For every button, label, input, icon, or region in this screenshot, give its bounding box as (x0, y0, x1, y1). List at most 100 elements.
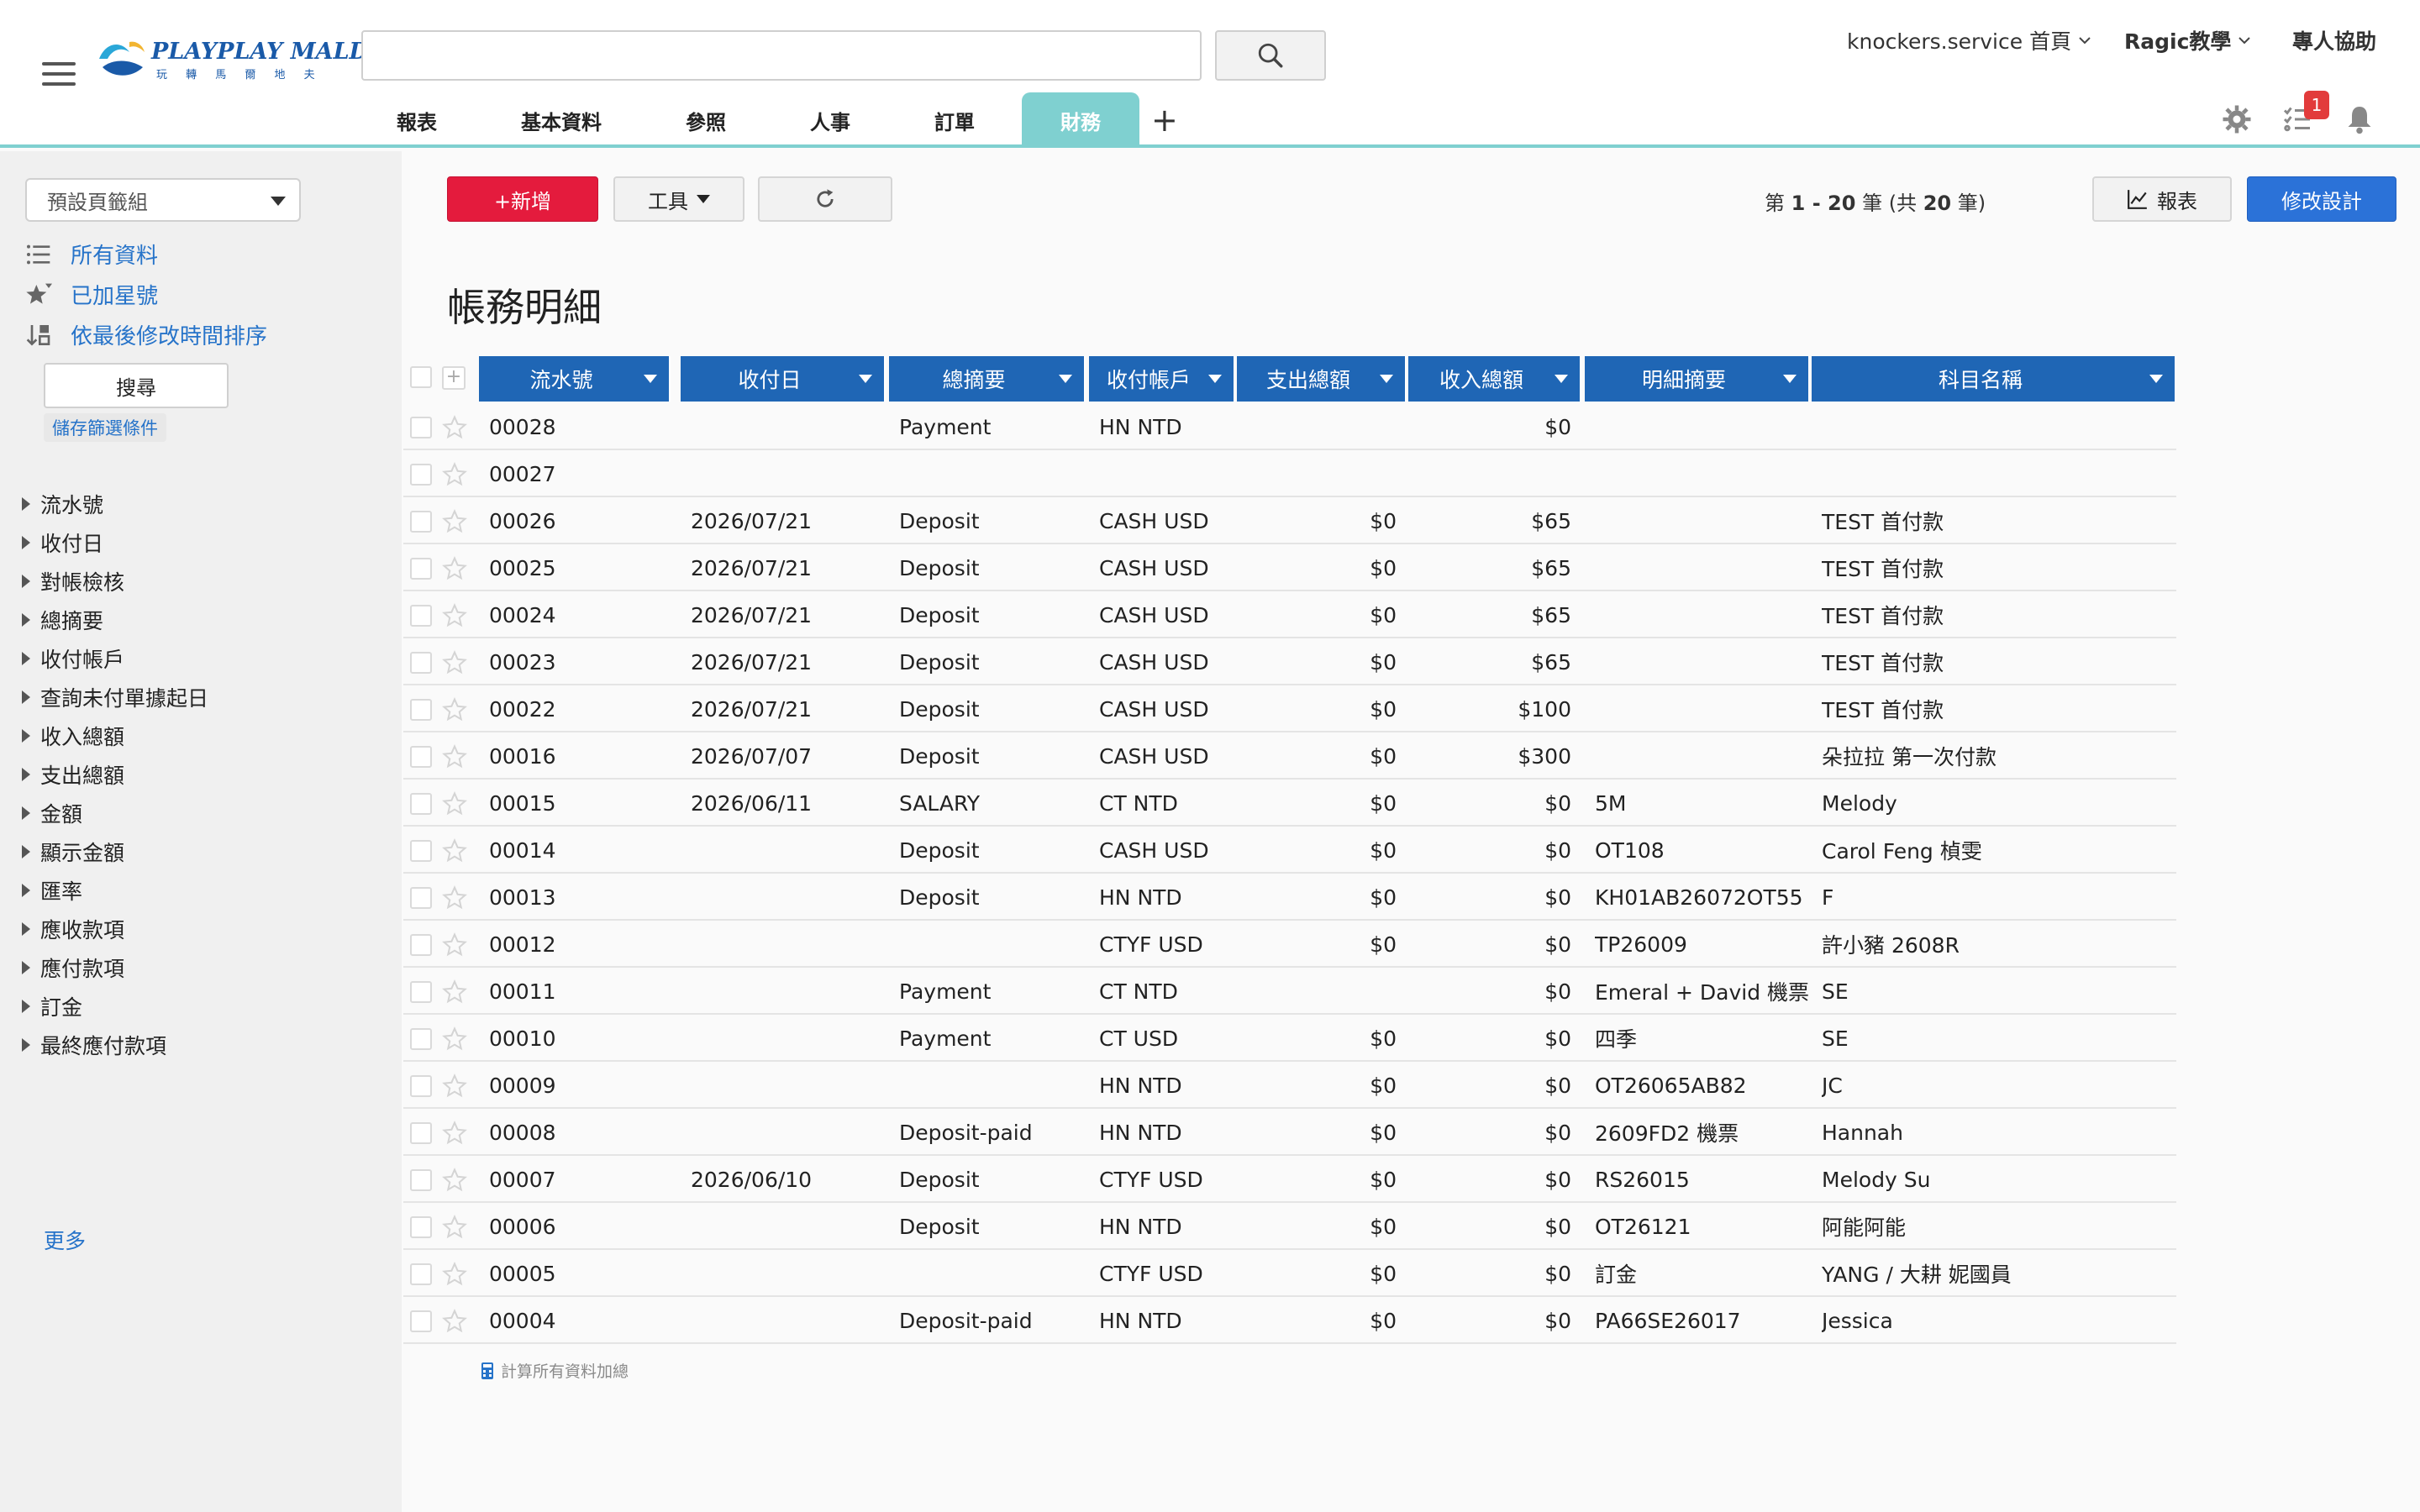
tools-menu-button[interactable]: 工具 (613, 176, 744, 222)
caret-down-icon[interactable] (644, 375, 657, 383)
table-row[interactable]: 00010 Payment CT USD $0 $0 四季 SE (403, 1015, 2176, 1062)
caret-down-icon[interactable] (859, 375, 872, 383)
row-checkbox[interactable] (410, 652, 432, 674)
star-icon[interactable] (442, 1309, 467, 1334)
add-tab-button[interactable]: + (1151, 99, 1178, 141)
caret-down-icon[interactable] (1059, 375, 1072, 383)
star-icon[interactable] (442, 415, 467, 440)
table-row[interactable]: 00016 2026/07/07 Deposit CASH USD $0 $300 朵拉拉 … (403, 732, 2176, 780)
caret-down-icon[interactable] (1555, 375, 1568, 383)
table-row[interactable]: 00024 2026/07/21 Deposit CASH USD $0 $65 TEST … (403, 591, 2176, 638)
row-checkbox[interactable] (410, 699, 432, 721)
row-checkbox[interactable] (410, 1075, 432, 1097)
caret-down-icon[interactable] (1380, 375, 1393, 383)
table-row[interactable]: 00026 2026/07/21 Deposit CASH USD $0 $65 TEST … (403, 497, 2176, 544)
tab-hr[interactable]: 人事 (788, 92, 872, 148)
settings-gear-icon[interactable] (2222, 104, 2252, 134)
star-icon[interactable] (442, 650, 467, 675)
star-icon[interactable] (442, 1215, 467, 1240)
sidebar-field-item[interactable]: 查詢未付單據起日 (22, 682, 208, 712)
table-row[interactable]: 00013 Deposit HN NTD $0 $0 KH01AB26072OT55 F (403, 874, 2176, 921)
sidebar-field-item[interactable]: 流水號 (22, 489, 103, 519)
row-checkbox[interactable] (410, 934, 432, 956)
column-header[interactable]: 收入總額 (1408, 356, 1581, 402)
star-icon[interactable] (442, 838, 467, 864)
save-filter-link[interactable]: 儲存篩選條件 (44, 413, 166, 442)
star-icon[interactable] (442, 556, 467, 581)
sidebar-link-all-records[interactable]: 所有資料 (25, 239, 158, 270)
row-checkbox[interactable] (410, 511, 432, 533)
tab-orders[interactable]: 訂單 (913, 92, 997, 148)
star-icon[interactable] (442, 932, 467, 958)
row-checkbox[interactable] (410, 1028, 432, 1050)
table-row[interactable]: 00005 CTYF USD $0 $0 訂金 YANG / 大耕 妮國員 (403, 1250, 2176, 1297)
tutorial-menu[interactable]: Ragic教學 (2124, 25, 2251, 55)
row-checkbox[interactable] (410, 605, 432, 627)
column-header[interactable]: 明細摘要 (1585, 356, 1810, 402)
table-row[interactable]: 00025 2026/07/21 Deposit CASH USD $0 $65 TEST … (403, 544, 2176, 591)
sidebar-field-item[interactable]: 對帳檢核 (22, 566, 124, 596)
sidebar-search-button[interactable]: 搜尋 (44, 363, 229, 408)
sidebar-field-item[interactable]: 應付款項 (22, 953, 124, 983)
table-row[interactable]: 00009 HN NTD $0 $0 OT26065AB82 JC (403, 1062, 2176, 1109)
caret-down-icon[interactable] (1208, 375, 1222, 383)
table-row[interactable]: 00014 Deposit CASH USD $0 $0 OT108 Carol Feng … (403, 827, 2176, 874)
star-icon[interactable] (442, 791, 467, 816)
select-all-checkbox[interactable] (410, 366, 432, 388)
star-icon[interactable] (442, 1262, 467, 1287)
star-icon[interactable] (442, 603, 467, 628)
user-home-menu[interactable]: knockers.service 首頁 (1847, 25, 2091, 55)
star-icon[interactable] (442, 1074, 467, 1099)
row-checkbox[interactable] (410, 1310, 432, 1332)
sidebar-field-item[interactable]: 訂金 (22, 991, 82, 1021)
report-button[interactable]: 報表 (2092, 176, 2232, 222)
column-header[interactable]: 總摘要 (889, 356, 1086, 402)
caret-down-icon[interactable] (2149, 375, 2163, 383)
caret-down-icon[interactable] (1783, 375, 1797, 383)
row-checkbox[interactable] (410, 981, 432, 1003)
refresh-button[interactable] (758, 176, 892, 222)
star-icon[interactable] (442, 744, 467, 769)
column-header[interactable]: 科目名稱 (1812, 356, 2176, 402)
bell-icon[interactable] (2344, 104, 2375, 134)
star-icon[interactable] (442, 462, 467, 487)
sidebar-field-item[interactable]: 金額 (22, 798, 82, 828)
sidebar-link-starred[interactable]: 已加星號 (25, 279, 158, 310)
tab-reference[interactable]: 參照 (664, 92, 748, 148)
row-checkbox[interactable] (410, 1216, 432, 1238)
edit-design-button[interactable]: 修改設計 (2247, 176, 2396, 222)
tab-reports[interactable]: 報表 (370, 92, 464, 148)
table-row[interactable]: 00012 CTYF USD $0 $0 TP26009 許小豬 2608R (403, 921, 2176, 968)
table-row[interactable]: 00007 2026/06/10 Deposit CTYF USD $0 $0 RS2601… (403, 1156, 2176, 1203)
sidebar-field-item[interactable]: 匯率 (22, 875, 82, 906)
sidebar-link-sort-modified[interactable]: 依最後修改時間排序 (25, 319, 267, 350)
column-header[interactable]: 收付帳戶 (1089, 356, 1235, 402)
sidebar-field-item[interactable]: 最終應付款項 (22, 1030, 166, 1060)
logo[interactable]: PLAYPLAY MALDIVES 玩 轉 馬 爾 地 夫 (96, 34, 431, 84)
row-checkbox[interactable] (410, 1263, 432, 1285)
column-header[interactable]: 流水號 (479, 356, 671, 402)
sidebar-field-item[interactable]: 收付日 (22, 528, 103, 558)
search-button[interactable] (1215, 30, 1326, 81)
sidebar-field-item[interactable]: 顯示金額 (22, 837, 124, 867)
add-row-icon[interactable]: + (442, 366, 466, 390)
table-row[interactable]: 00008 Deposit-paid HN NTD $0 $0 2609FD2 機票 Han… (403, 1109, 2176, 1156)
add-record-button[interactable]: +新增 (447, 176, 598, 222)
table-row[interactable]: 00023 2026/07/21 Deposit CASH USD $0 $65 TEST … (403, 638, 2176, 685)
row-checkbox[interactable] (410, 746, 432, 768)
table-row[interactable]: 00015 2026/06/11 SALARY CT NTD $0 $0 5M Melody (403, 780, 2176, 827)
sidebar-field-item[interactable]: 收付帳戶 (22, 643, 124, 674)
row-checkbox[interactable] (410, 464, 432, 486)
calculate-totals-link[interactable]: 計算所有資料加總 (481, 1359, 629, 1382)
table-row[interactable]: 00022 2026/07/21 Deposit CASH USD $0 $100 TEST… (403, 685, 2176, 732)
more-fields-link[interactable]: 更多 (44, 1225, 86, 1255)
star-icon[interactable] (442, 1026, 467, 1052)
star-icon[interactable] (442, 979, 467, 1005)
star-icon[interactable] (442, 1121, 467, 1146)
star-icon[interactable] (442, 509, 467, 534)
tab-group-select[interactable]: 預設頁籤組 (25, 178, 301, 222)
sidebar-field-item[interactable]: 應收款項 (22, 914, 124, 944)
column-header[interactable]: 支出總額 (1237, 356, 1407, 402)
row-checkbox[interactable] (410, 840, 432, 862)
table-row[interactable]: 00011 Payment CT NTD $0 Emeral + David 機票 SE (403, 968, 2176, 1015)
